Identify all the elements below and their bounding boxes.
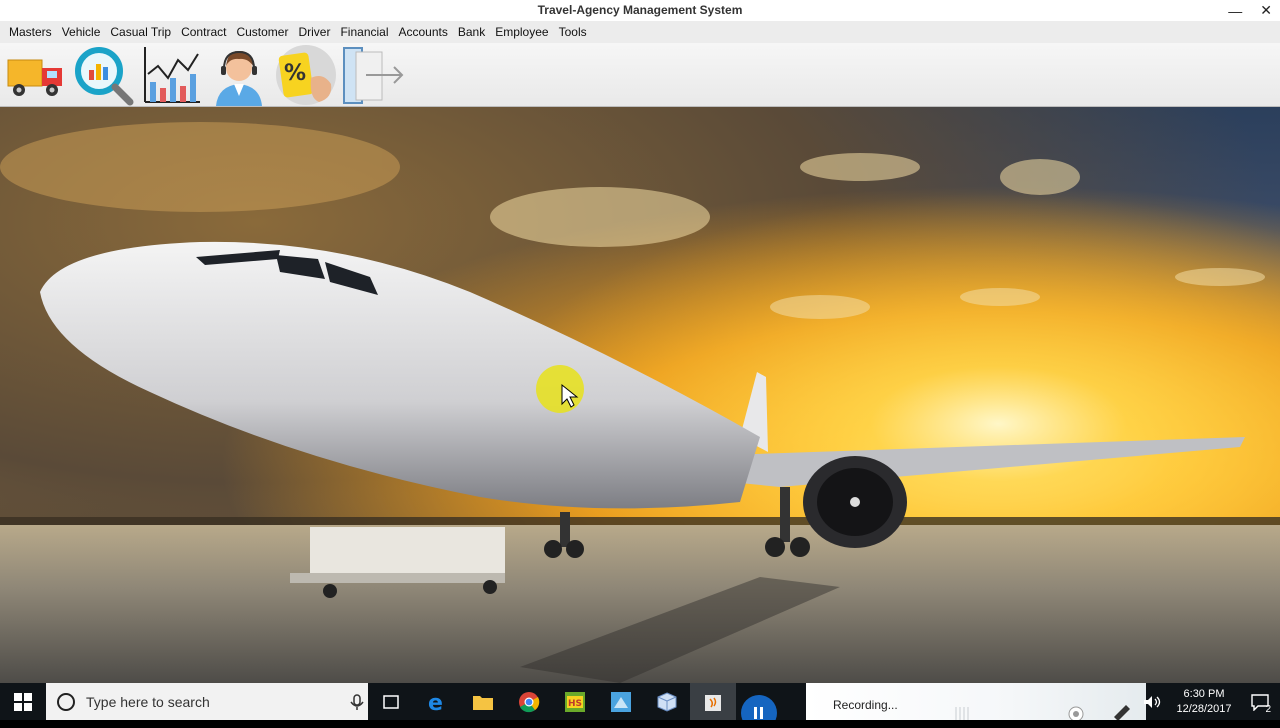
windows-logo-icon (14, 692, 32, 711)
taskbar-app-hs[interactable]: HS (552, 683, 598, 720)
menu-bar: Masters Vehicle Casual Trip Contract Cus… (0, 21, 1280, 43)
recorder-pause-button[interactable] (736, 683, 782, 720)
menu-casual-trip[interactable]: Casual Trip (105, 21, 176, 43)
menu-vehicle[interactable]: Vehicle (57, 21, 106, 43)
edge-icon: e (428, 691, 443, 713)
menu-customer[interactable]: Customer (231, 21, 293, 43)
support-agent-icon (216, 50, 262, 106)
taskbar-app-blue[interactable] (598, 683, 644, 720)
taskbar-java[interactable] (690, 683, 736, 720)
volume-icon (1144, 695, 1161, 708)
svg-text:e: e (428, 691, 443, 713)
notification-count: 2 (1265, 704, 1271, 715)
task-view-button[interactable] (368, 683, 414, 720)
close-button[interactable]: ✕ (1260, 2, 1272, 19)
pause-icon (741, 695, 777, 720)
recording-controls (955, 705, 1130, 720)
cube-icon (657, 691, 677, 712)
menu-financial[interactable]: Financial (335, 21, 393, 43)
task-view-icon (383, 694, 399, 709)
menu-driver[interactable]: Driver (293, 21, 335, 43)
menu-masters[interactable]: Masters (4, 21, 57, 43)
analytics-toolbar-button[interactable] (140, 44, 202, 106)
svg-text:%: % (284, 61, 306, 86)
taskbar-clock[interactable]: 6:30 PM 12/28/2017 (1168, 687, 1240, 717)
clock-date: 12/28/2017 (1176, 702, 1232, 715)
taskbar-app-cube[interactable] (644, 683, 690, 720)
action-center-button[interactable]: 2 (1240, 683, 1280, 720)
system-tray: 6:30 PM 12/28/2017 2 (1136, 683, 1280, 720)
logout-icon (343, 47, 404, 104)
chart-icon (144, 47, 200, 103)
taskbar-file-explorer[interactable] (460, 683, 506, 720)
menu-employee[interactable]: Employee (490, 21, 553, 43)
blue-app-icon (611, 691, 631, 712)
discount-toolbar-button[interactable]: % (275, 44, 337, 106)
window-title: Travel-Agency Management System (537, 3, 743, 17)
menu-tools[interactable]: Tools (554, 21, 592, 43)
clock-time: 6:30 PM (1183, 687, 1225, 700)
menu-bank[interactable]: Bank (453, 21, 490, 43)
menu-accounts[interactable]: Accounts (394, 21, 453, 43)
start-button[interactable] (0, 683, 46, 720)
hs-app-icon: HS (565, 691, 585, 712)
chrome-icon (519, 691, 540, 712)
logout-toolbar-button[interactable] (342, 44, 404, 106)
minimize-button[interactable]: — (1228, 3, 1242, 19)
airplane-background-image (0, 107, 1280, 683)
taskbar-edge[interactable]: e (414, 683, 460, 720)
java-icon (705, 694, 721, 711)
discount-icon: % (276, 45, 336, 105)
search-report-toolbar-button[interactable] (72, 44, 134, 106)
taskbar-search-box[interactable]: Type here to search (46, 683, 368, 720)
recording-panel: Recording... (806, 683, 1146, 720)
customer-support-toolbar-button[interactable] (208, 44, 270, 106)
search-report-icon (75, 47, 134, 106)
folder-icon (473, 695, 493, 710)
svg-text:HS: HS (568, 699, 582, 709)
menu-contract[interactable]: Contract (176, 21, 231, 43)
taskbar-chrome[interactable] (506, 683, 552, 720)
desktop-background (0, 107, 1280, 683)
vehicle-toolbar-button[interactable] (4, 44, 66, 106)
search-placeholder: Type here to search (86, 693, 210, 710)
cortana-icon (57, 692, 75, 711)
taskbar: Type here to search e HS Recording... 6:… (0, 683, 1280, 720)
volume-button[interactable] (1136, 683, 1168, 720)
microphone-icon[interactable] (346, 692, 368, 712)
truck-icon (7, 59, 62, 96)
recording-status: Recording... (833, 698, 898, 712)
toolbar: % (0, 43, 1280, 107)
window-titlebar: Travel-Agency Management System — ✕ (0, 0, 1280, 21)
